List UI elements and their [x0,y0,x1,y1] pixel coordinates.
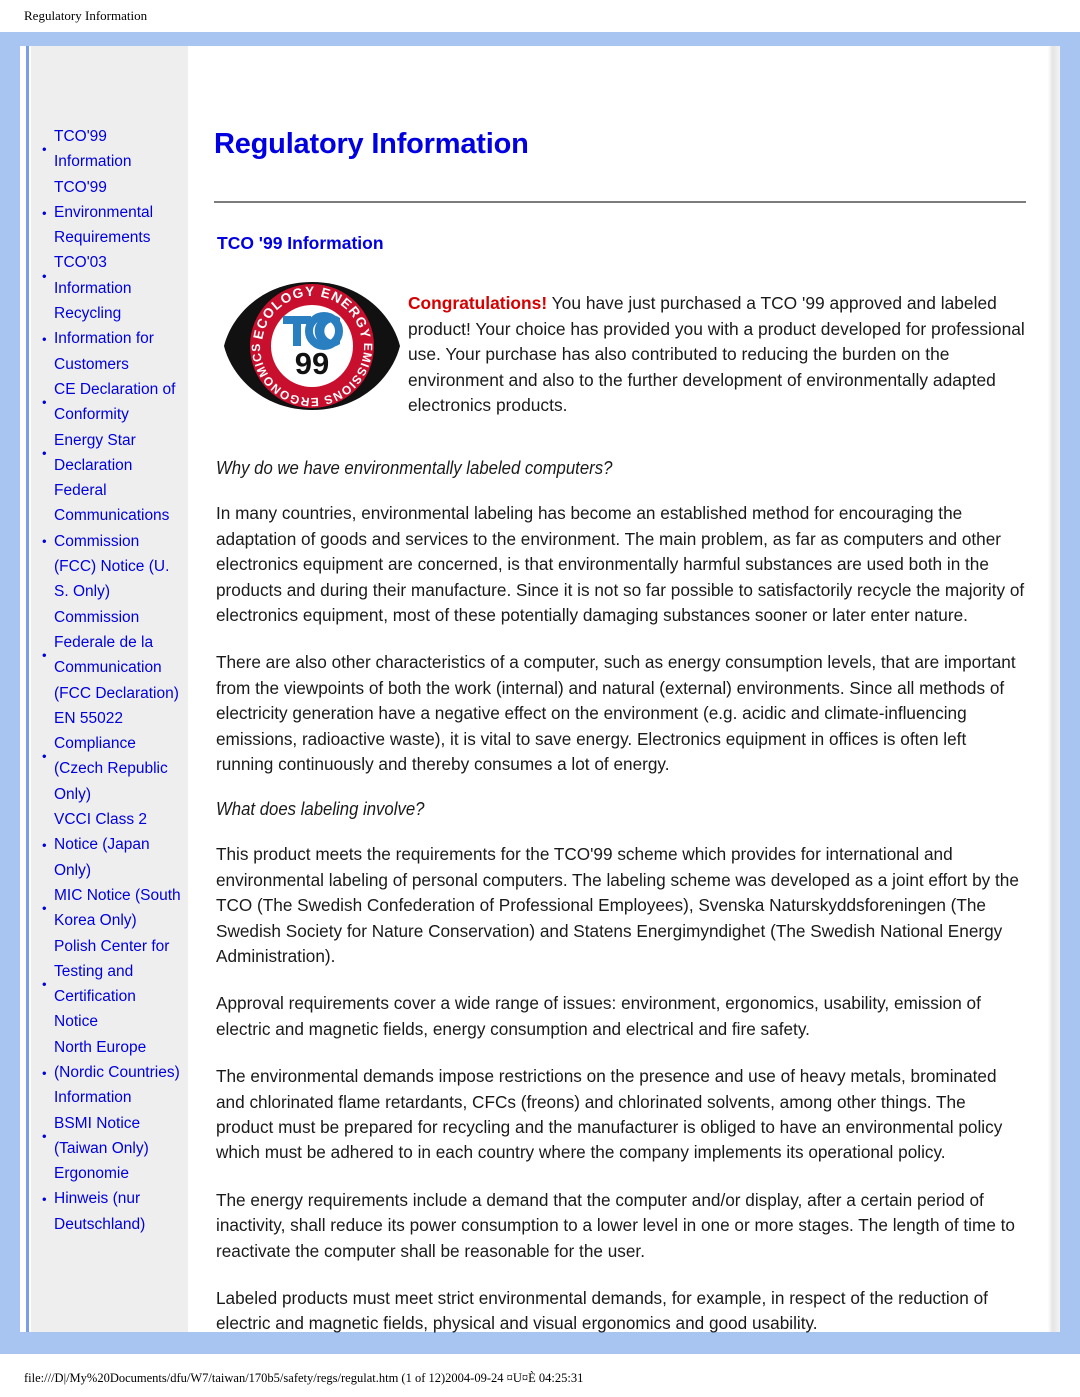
title-divider [214,201,1026,203]
sidebar-item-recycling-information[interactable]: Recycling Information for Customers [41,301,182,377]
section-title-tco99: TCO '99 Information [217,233,384,253]
paragraph-1: In many countries, environmental labelin… [216,503,1025,625]
sidebar-item-fcc-notice[interactable]: Federal Communications Commission (FCC) … [41,478,182,604]
sidebar-item-ce-declaration[interactable]: CE Declaration of Conformity [41,377,182,428]
document-body: TCO'99 Information TCO'99 Environmental … [31,46,1060,1333]
heading-why-labeled-computers: Why do we have environmentally labeled c… [216,458,613,479]
paragraph-7: Labeled products must meet strict enviro… [216,1288,988,1334]
sidebar-navigation: TCO'99 Information TCO'99 Environmental … [31,46,188,1332]
paragraph-3: This product meets the requirements for … [216,844,1019,966]
tco99-logo-icon: ECOLOGY ENERGY EMISSIONS ERGONOMICS 99 [224,282,400,410]
sidebar-item-tco99-information[interactable]: TCO'99 Information [41,124,182,175]
sidebar-item-vcci-class2-notice[interactable]: VCCI Class 2 Notice (Japan Only) [41,807,182,883]
sidebar-item-tco03-information[interactable]: TCO'03 Information [41,250,182,301]
scroll-gutter[interactable] [1048,46,1060,1332]
sidebar-item-polish-center-notice[interactable]: Polish Center for Testing and Certificat… [41,934,182,1035]
intro-row: ECOLOGY ENERGY EMISSIONS ERGONOMICS 99 C… [214,274,1040,436]
paragraph-5: The environmental demands impose restric… [216,1066,1003,1163]
sidebar-link-list: TCO'99 Information TCO'99 Environmental … [31,124,188,1237]
paragraph-4: Approval requirements cover a wide range… [216,993,981,1039]
sidebar-item-commission-federale[interactable]: Commission Federale de la Communication … [41,605,182,706]
congratulations-label: Congratulations! [408,293,548,314]
paragraph-2: There are also other characteristics of … [216,652,1016,774]
sidebar-item-en55022-compliance[interactable]: EN 55022 Compliance (Czech Republic Only… [41,706,182,807]
sidebar-item-energy-star-declaration[interactable]: Energy Star Declaration [41,428,182,479]
frame-accent-rule [26,46,29,1332]
page-title: Regulatory Information [214,128,529,160]
logo-year-text: 99 [295,346,329,381]
page-frame: TCO'99 Information TCO'99 Environmental … [0,32,1080,1354]
print-footer-path: file:///D|/My%20Documents/dfu/W7/taiwan/… [0,1363,1080,1397]
sidebar-item-tco99-environmental[interactable]: TCO'99 Environmental Requirements [41,175,182,251]
paragraph-6: The energy requirements include a demand… [216,1189,1015,1261]
sidebar-item-bsmi-notice[interactable]: BSMI Notice (Taiwan Only) [41,1111,182,1162]
main-content: Regulatory Information TCO '99 Informati… [188,46,1060,1333]
sidebar-item-north-europe-information[interactable]: North Europe (Nordic Countries) Informat… [41,1035,182,1111]
intro-paragraph: Congratulations! You have just purchased… [408,291,1040,419]
print-header-title: Regulatory Information [0,0,1080,30]
sidebar-item-mic-notice[interactable]: MIC Notice (South Korea Only) [41,883,182,934]
heading-what-does-labeling-involve: What does labeling involve? [216,799,425,820]
sidebar-item-ergonomie-hinweis[interactable]: Ergonomie Hinweis (nur Deutschland) [41,1161,182,1237]
